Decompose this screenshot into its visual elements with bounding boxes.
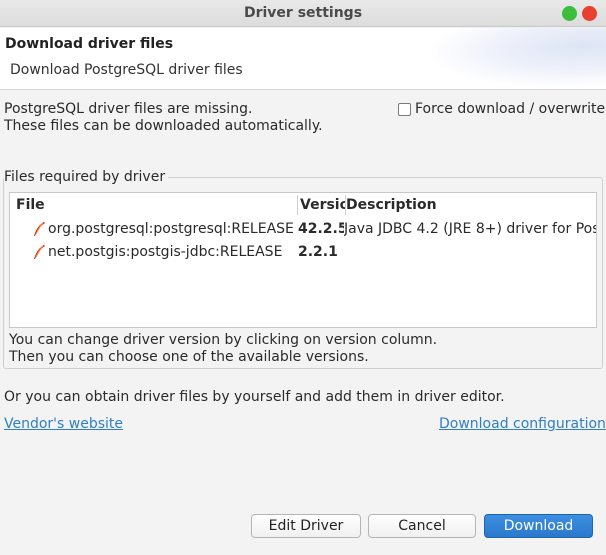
version-hint-line2: Then you can choose one of the available… [9,349,369,365]
table-row[interactable]: net.postgis:postgis-jdbc:RELEASE 2.2.1 [10,241,596,263]
column-header-file[interactable]: File [16,197,296,213]
cancel-button[interactable]: Cancel [368,514,476,538]
missing-message-line1: PostgreSQL driver files are missing. [4,101,253,117]
file-cell: org.postgresql:postgresql:RELEASE [48,221,294,237]
edit-driver-button[interactable]: Edit Driver [251,514,361,538]
checkbox-box[interactable] [398,102,411,116]
version-hint-line1: You can change driver version by clickin… [9,332,438,348]
table-row[interactable]: org.postgresql:postgresql:RELEASE 42.2.5… [10,218,596,240]
force-download-label: Force download / overwrite [415,101,606,117]
files-table[interactable]: File Version Description org.postgresql:… [9,192,597,328]
download-configuration-link[interactable]: Download configuration [439,416,606,432]
column-header-description[interactable]: Description [346,197,596,213]
missing-message-line2: These files can be downloaded automatica… [4,118,323,134]
version-cell[interactable]: 2.2.1 [298,244,344,260]
title-bar: Driver settings [0,0,606,27]
vendor-website-link[interactable]: Vendor's website [4,416,123,432]
maven-feather-icon [34,222,45,236]
header-decoration [405,28,606,88]
close-button[interactable] [582,6,597,21]
download-button[interactable]: Download [484,514,593,538]
files-group-label: Files required by driver [4,169,169,185]
window-title: Driver settings [243,5,363,21]
column-header-version[interactable]: Version [300,197,345,213]
header-title: Download driver files [5,36,174,52]
obtain-manually-text: Or you can obtain driver files by yourse… [4,389,505,405]
description-cell: Java JDBC 4.2 (JRE 8+) driver for Postgr… [344,221,596,237]
header-subtitle: Download PostgreSQL driver files [10,62,243,78]
version-cell[interactable]: 42.2.5 [298,221,344,237]
column-separator[interactable] [297,195,298,215]
dialog-header: Download driver files Download PostgreSQ… [0,28,606,90]
maximize-button[interactable] [562,6,577,21]
table-header: File Version Description [10,193,596,217]
file-cell: net.postgis:postgis-jdbc:RELEASE [48,244,283,260]
maven-feather-icon [34,245,45,259]
force-download-checkbox[interactable]: Force download / overwrite [398,101,605,117]
